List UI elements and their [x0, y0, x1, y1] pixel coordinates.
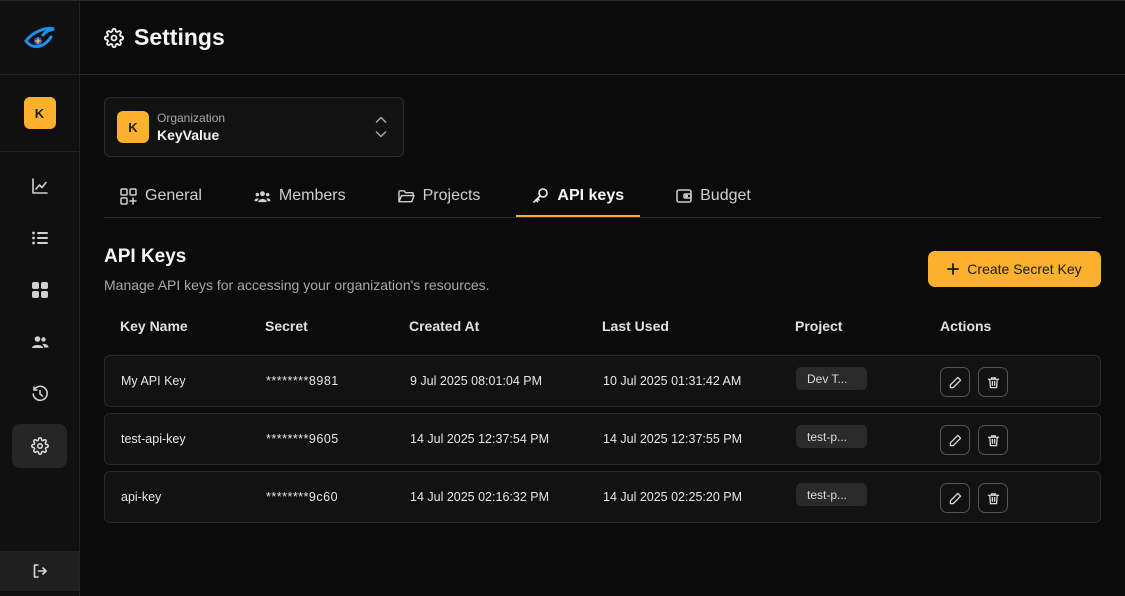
chart-line-icon [31, 178, 48, 194]
tab-projects[interactable]: Projects [382, 176, 497, 216]
logo[interactable] [0, 1, 79, 75]
grid-plus-icon [120, 187, 137, 205]
section-title: API Keys [104, 246, 187, 267]
org-label: Organization [157, 111, 226, 125]
edit-button[interactable] [940, 425, 970, 455]
logout-icon [33, 564, 47, 578]
sidebar-item-history[interactable] [12, 372, 67, 416]
col-created-at: Created At [409, 318, 480, 334]
edit-button[interactable] [940, 483, 970, 513]
key-secret: ********8981 [266, 374, 339, 388]
project-badge: test-p... [796, 483, 867, 506]
create-button-label: Create Secret Key [967, 261, 1082, 277]
tab-general[interactable]: General [104, 176, 218, 216]
key-name: My API Key [121, 374, 186, 388]
created-at: 9 Jul 2025 08:01:04 PM [410, 374, 543, 388]
tab-label: General [145, 187, 202, 204]
sidebar-item-settings[interactable] [12, 424, 67, 468]
create-secret-key-button[interactable]: Create Secret Key [928, 251, 1101, 287]
table-row: My API Key ********8981 9 Jul 2025 08:01… [104, 355, 1101, 407]
key-name: api-key [121, 490, 162, 504]
plus-icon [947, 263, 960, 275]
delete-button[interactable] [978, 425, 1008, 455]
table-row: api-key ********9c60 14 Jul 2025 02:16:3… [104, 471, 1101, 523]
history-icon [31, 385, 48, 402]
project-badge: test-p... [796, 425, 867, 448]
tab-budget[interactable]: Budget [660, 176, 767, 216]
last-used: 14 Jul 2025 02:25:20 PM [603, 490, 742, 504]
page-header: Settings [80, 0, 1125, 75]
delete-button[interactable] [978, 367, 1008, 397]
col-project: Project [795, 318, 843, 334]
tab-label: API keys [557, 186, 625, 204]
users-icon [31, 336, 48, 348]
tab-members[interactable]: Members [238, 176, 362, 216]
created-at: 14 Jul 2025 12:37:54 PM [410, 432, 549, 446]
trash-icon [987, 492, 999, 504]
col-key-name: Key Name [120, 318, 188, 334]
table-header: Key Name Secret Created At Last Used Pro… [104, 318, 1101, 340]
logout-button[interactable] [0, 551, 79, 591]
sidebar-nav [0, 152, 79, 468]
pencil-icon [949, 434, 961, 446]
org-avatar: K [117, 111, 149, 143]
avatar[interactable]: K [23, 97, 56, 129]
list-icon [31, 231, 48, 245]
tab-label: Budget [700, 187, 751, 204]
last-used: 14 Jul 2025 12:37:55 PM [603, 432, 742, 446]
key-secret: ********9605 [266, 432, 339, 446]
sidebar-item-logs[interactable] [12, 216, 67, 260]
key-secret: ********9c60 [266, 490, 339, 504]
tab-label: Projects [422, 187, 481, 204]
edit-button[interactable] [940, 367, 970, 397]
key-name: test-api-key [121, 432, 186, 446]
tab-api-keys[interactable]: API keys [516, 176, 641, 217]
gear-icon [104, 27, 124, 48]
sidebar: K [0, 0, 80, 596]
grid-icon [31, 282, 48, 298]
users-icon [254, 190, 271, 202]
page-title: Settings [134, 24, 225, 50]
organization-selector[interactable]: K Organization KeyValue [104, 97, 404, 157]
trash-icon [987, 376, 999, 388]
sidebar-item-users[interactable] [12, 320, 67, 364]
chevron-up-down-icon [375, 116, 387, 138]
tab-label: Members [278, 187, 346, 204]
org-name: KeyValue [157, 127, 220, 143]
folder-icon [397, 189, 415, 202]
wallet-icon [676, 189, 692, 203]
key-icon [533, 188, 549, 203]
gear-icon [30, 437, 49, 455]
pencil-icon [949, 492, 961, 504]
sidebar-item-dashboard[interactable] [12, 268, 67, 312]
project-badge: Dev T... [796, 367, 867, 390]
created-at: 14 Jul 2025 02:16:32 PM [410, 490, 549, 504]
col-actions: Actions [940, 318, 992, 334]
sidebar-item-analytics[interactable] [12, 164, 67, 208]
col-secret: Secret [265, 318, 308, 334]
pencil-icon [949, 376, 961, 388]
eye-logo-icon [24, 26, 54, 48]
settings-tabs: General Members Projects API keys Budget [104, 176, 1101, 218]
trash-icon [987, 434, 999, 446]
section-description: Manage API keys for accessing your organ… [104, 277, 490, 293]
col-last-used: Last Used [602, 318, 669, 334]
table-row: test-api-key ********9605 14 Jul 2025 12… [104, 413, 1101, 465]
last-used: 10 Jul 2025 01:31:42 AM [603, 374, 742, 388]
delete-button[interactable] [978, 483, 1008, 513]
